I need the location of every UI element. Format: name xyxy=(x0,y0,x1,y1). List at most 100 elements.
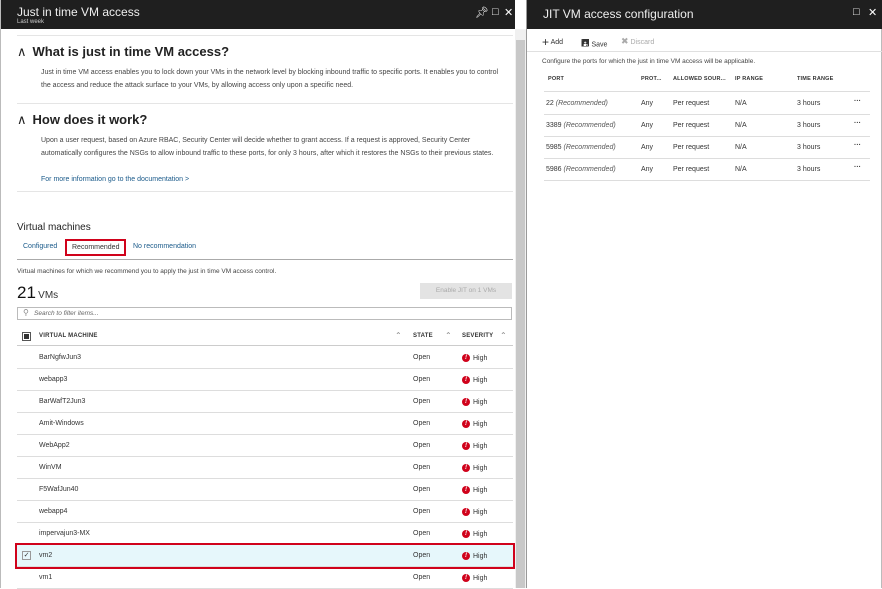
vm-state: Open xyxy=(413,376,431,383)
close-icon[interactable]: ✕ xyxy=(868,6,877,19)
add-label: Add xyxy=(550,38,564,46)
vm-row[interactable]: webapp3 Open ! High xyxy=(17,369,513,391)
row-checkbox-checked[interactable]: ✓ xyxy=(22,551,31,560)
vm-severity: ! High xyxy=(462,398,487,406)
vm-row[interactable]: webapp4 Open! High xyxy=(17,501,513,523)
column-state[interactable]: STATE xyxy=(413,333,433,339)
vm-state: Open xyxy=(413,530,431,537)
more-options-icon[interactable]: ··· xyxy=(854,120,861,127)
port-row[interactable]: 5986 (Recommended) Any Per request N/A 3 hou… xyxy=(544,159,870,181)
discard-label: Discard xyxy=(630,39,655,46)
column-protocol: PROT... xyxy=(641,76,662,82)
enable-jit-button[interactable]: Enable JIT on 1 VMs xyxy=(420,283,512,299)
port-cell: 5985 (Recommended) xyxy=(546,144,616,151)
pin-icon[interactable]: 📌︎ xyxy=(475,6,489,19)
vm-severity: ! High xyxy=(462,464,487,472)
vm-row[interactable]: vm1 Open! High xyxy=(17,567,513,589)
alert-icon: ! xyxy=(462,420,470,428)
maximize-icon[interactable]: □ xyxy=(853,6,860,18)
sort-icon[interactable]: ⌃ xyxy=(500,331,507,340)
divider xyxy=(17,103,513,104)
vm-state: Open xyxy=(413,354,431,361)
divider xyxy=(527,51,882,52)
chevron-up-icon: ∧ xyxy=(17,112,27,127)
what-body: Just in time VM access enables you to lo… xyxy=(41,69,499,89)
port-table-header: PORT PROT... ALLOWED SOUR... IP RANGE TI… xyxy=(544,71,870,92)
ip-range-cell: N/A xyxy=(735,100,747,107)
vm-row[interactable]: WebApp2 Open! High xyxy=(17,435,513,457)
vm-row[interactable]: F5WafJun40 Open! High xyxy=(17,479,513,501)
ip-range-cell: N/A xyxy=(735,122,747,129)
port-row[interactable]: 5985 (Recommended) Any Per request N/A 3 hou… xyxy=(544,137,870,159)
sort-icon[interactable]: ⌃ xyxy=(395,331,402,340)
source-cell: Per request xyxy=(673,100,710,107)
severity-label: High xyxy=(473,442,488,450)
column-severity[interactable]: SEVERITY xyxy=(462,333,493,339)
vm-row[interactable]: BarNgfwJun3 Open! High xyxy=(17,347,513,369)
vm-row[interactable]: ✓ vm2 Open! High xyxy=(15,543,515,569)
severity-label: High xyxy=(473,420,488,428)
vm-name: webapp3 xyxy=(39,376,68,383)
what-heading: What is just in time VM access? xyxy=(32,44,230,59)
ip-range-cell: N/A xyxy=(735,144,747,151)
time-range-cell: 3 hours xyxy=(797,122,821,129)
how-heading: How does it work? xyxy=(32,112,148,127)
sort-icon[interactable]: ⌃ xyxy=(445,331,452,340)
blade-header: JIT VM access configuration □ ✕ xyxy=(527,0,882,29)
scrollbar-thumb[interactable] xyxy=(516,40,525,588)
what-section-toggle[interactable]: ∧ What is just in time VM access? xyxy=(17,44,229,60)
severity-label: High xyxy=(473,530,488,538)
protocol-cell: Any xyxy=(641,122,654,129)
alert-icon: ! xyxy=(462,508,470,516)
severity-label: High xyxy=(473,508,488,516)
search-input[interactable]: ⚲ Search to filter items... xyxy=(17,307,512,320)
more-options-icon[interactable]: ··· xyxy=(854,98,861,105)
blade-header: Just in time VM access Last week 📌︎ □ ✕ xyxy=(1,0,515,29)
close-icon[interactable]: ✕ xyxy=(504,6,513,19)
port-number: 5986 xyxy=(546,166,562,173)
discard-button[interactable]: ✖ Discard xyxy=(621,36,654,47)
alert-icon: ! xyxy=(462,398,470,406)
documentation-link[interactable]: For more information go to the documenta… xyxy=(41,176,189,183)
vm-name: BarNgfwJun3 xyxy=(39,354,82,361)
more-options-icon[interactable]: ··· xyxy=(854,164,861,171)
add-button[interactable]: + Add xyxy=(542,35,563,49)
vm-severity: ! High xyxy=(462,574,487,582)
ip-range-cell: N/A xyxy=(735,166,747,173)
vm-name: Amit-Windows xyxy=(39,420,84,427)
vm-state: Open xyxy=(413,464,431,471)
port-tag: (Recommended) xyxy=(555,100,608,107)
how-body: Upon a user request, based on Azure RBAC… xyxy=(41,137,494,157)
port-row[interactable]: 22 (Recommended) Any Per request N/A 3 hours… xyxy=(544,93,870,115)
port-number: 3389 xyxy=(546,122,562,129)
port-row[interactable]: 3389 (Recommended) Any Per request N/A 3 hou… xyxy=(544,115,870,137)
maximize-icon[interactable]: □ xyxy=(492,6,499,18)
how-section-toggle[interactable]: ∧ How does it work? xyxy=(17,112,147,128)
protocol-cell: Any xyxy=(641,100,654,107)
severity-label: High xyxy=(473,376,488,384)
vm-row[interactable]: Amit-Windows Open! High xyxy=(17,413,513,435)
protocol-cell: Any xyxy=(641,144,654,151)
blade-title: JIT VM access configuration xyxy=(543,7,694,21)
port-cell: 5986 (Recommended) xyxy=(546,166,616,173)
vm-state: Open xyxy=(413,420,431,427)
vm-state: Open xyxy=(413,574,431,581)
vm-row[interactable]: BarWafT2Jun3 Open! High xyxy=(17,391,513,413)
tab-recommended[interactable]: Recommended xyxy=(65,239,127,256)
jit-config-blade: JIT VM access configuration □ ✕ + Add 🖪︎… xyxy=(526,0,882,588)
alert-icon: ! xyxy=(462,552,470,560)
column-allowed-source: ALLOWED SOUR... xyxy=(673,76,726,82)
search-icon: ⚲ xyxy=(23,308,29,317)
column-virtual-machine[interactable]: VIRTUAL MACHINE xyxy=(39,333,98,339)
select-all-checkbox[interactable] xyxy=(22,332,31,341)
vm-name: vm2 xyxy=(39,552,53,559)
tab-configured[interactable]: Configured xyxy=(23,243,57,250)
vm-row[interactable]: WinVM Open! High xyxy=(17,457,513,479)
severity-label: High xyxy=(473,486,488,494)
tab-no-recommendation[interactable]: No recommendation xyxy=(133,243,196,250)
save-icon: 🖪︎ xyxy=(581,38,590,49)
vm-severity: ! High xyxy=(462,376,487,384)
vm-count-number: 21 xyxy=(17,283,36,302)
vm-row[interactable]: impervajun3-MX Open! High xyxy=(17,523,513,545)
more-options-icon[interactable]: ··· xyxy=(854,142,861,149)
